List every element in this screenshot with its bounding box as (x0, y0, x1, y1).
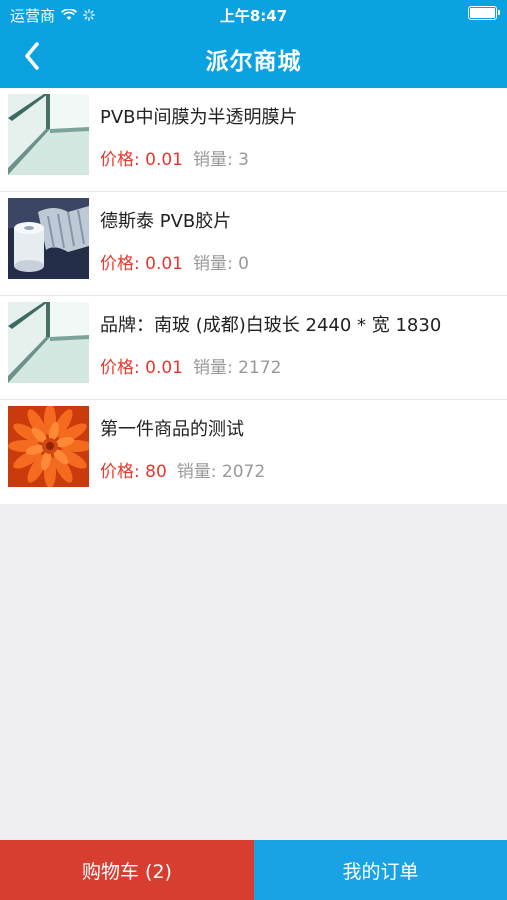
bottom-tab-bar: 购物车 (2) 我的订单 (0, 840, 507, 900)
product-price: 价格: 80 (100, 462, 167, 482)
product-meta: 价格: 0.01 销量: 0 (100, 249, 249, 274)
product-list: PVB中间膜为半透明膜片 价格: 0.01 销量: 3 德斯泰 PVB胶片 价格:… (0, 88, 507, 504)
orange-flower-image (8, 406, 89, 487)
product-sales: 销量: 2072 (176, 462, 266, 482)
product-item[interactable]: 品牌：南玻 (成都)白玻长 2440 * 宽 1830 价格: 0.01 销量: … (0, 296, 507, 400)
product-meta: 价格: 0.01 销量: 2172 (100, 353, 281, 378)
pvb-film-roll-image (8, 198, 89, 279)
product-price: 价格: 0.01 (100, 358, 183, 378)
product-title: 德斯泰 PVB胶片 (100, 211, 232, 232)
glass-corner-image (8, 302, 89, 383)
battery-icon (468, 6, 500, 20)
page-title: 派尔商城 (205, 49, 302, 75)
my-orders-button[interactable]: 我的订单 (254, 840, 507, 900)
product-item[interactable]: 第一件商品的测试 价格: 80 销量: 2072 (0, 400, 507, 504)
product-title: 品牌：南玻 (成都)白玻长 2440 * 宽 1830 (100, 315, 442, 336)
status-time: 上午8:47 (219, 7, 288, 25)
product-title: 第一件商品的测试 (100, 419, 244, 440)
product-sales: 销量: 2172 (192, 358, 282, 378)
product-meta: 价格: 0.01 销量: 3 (100, 145, 249, 170)
cart-button[interactable]: 购物车 (2) (0, 840, 254, 900)
product-item[interactable]: PVB中间膜为半透明膜片 价格: 0.01 销量: 3 (0, 88, 507, 192)
nav-bar: 派尔商城 (0, 30, 507, 88)
product-meta: 价格: 80 销量: 2072 (100, 457, 265, 482)
product-item[interactable]: 德斯泰 PVB胶片 价格: 0.01 销量: 0 (0, 192, 507, 296)
product-price: 价格: 0.01 (100, 150, 183, 170)
product-title: PVB中间膜为半透明膜片 (100, 107, 298, 128)
glass-corner-image (8, 94, 89, 175)
status-bar: 运营商 上午8:47 (0, 0, 507, 30)
product-sales: 销量: 3 (192, 150, 249, 170)
app-header: 运营商 上午8:47 派尔商城 (0, 0, 507, 88)
product-price: 价格: 0.01 (100, 254, 183, 274)
product-sales: 销量: 0 (192, 254, 249, 274)
